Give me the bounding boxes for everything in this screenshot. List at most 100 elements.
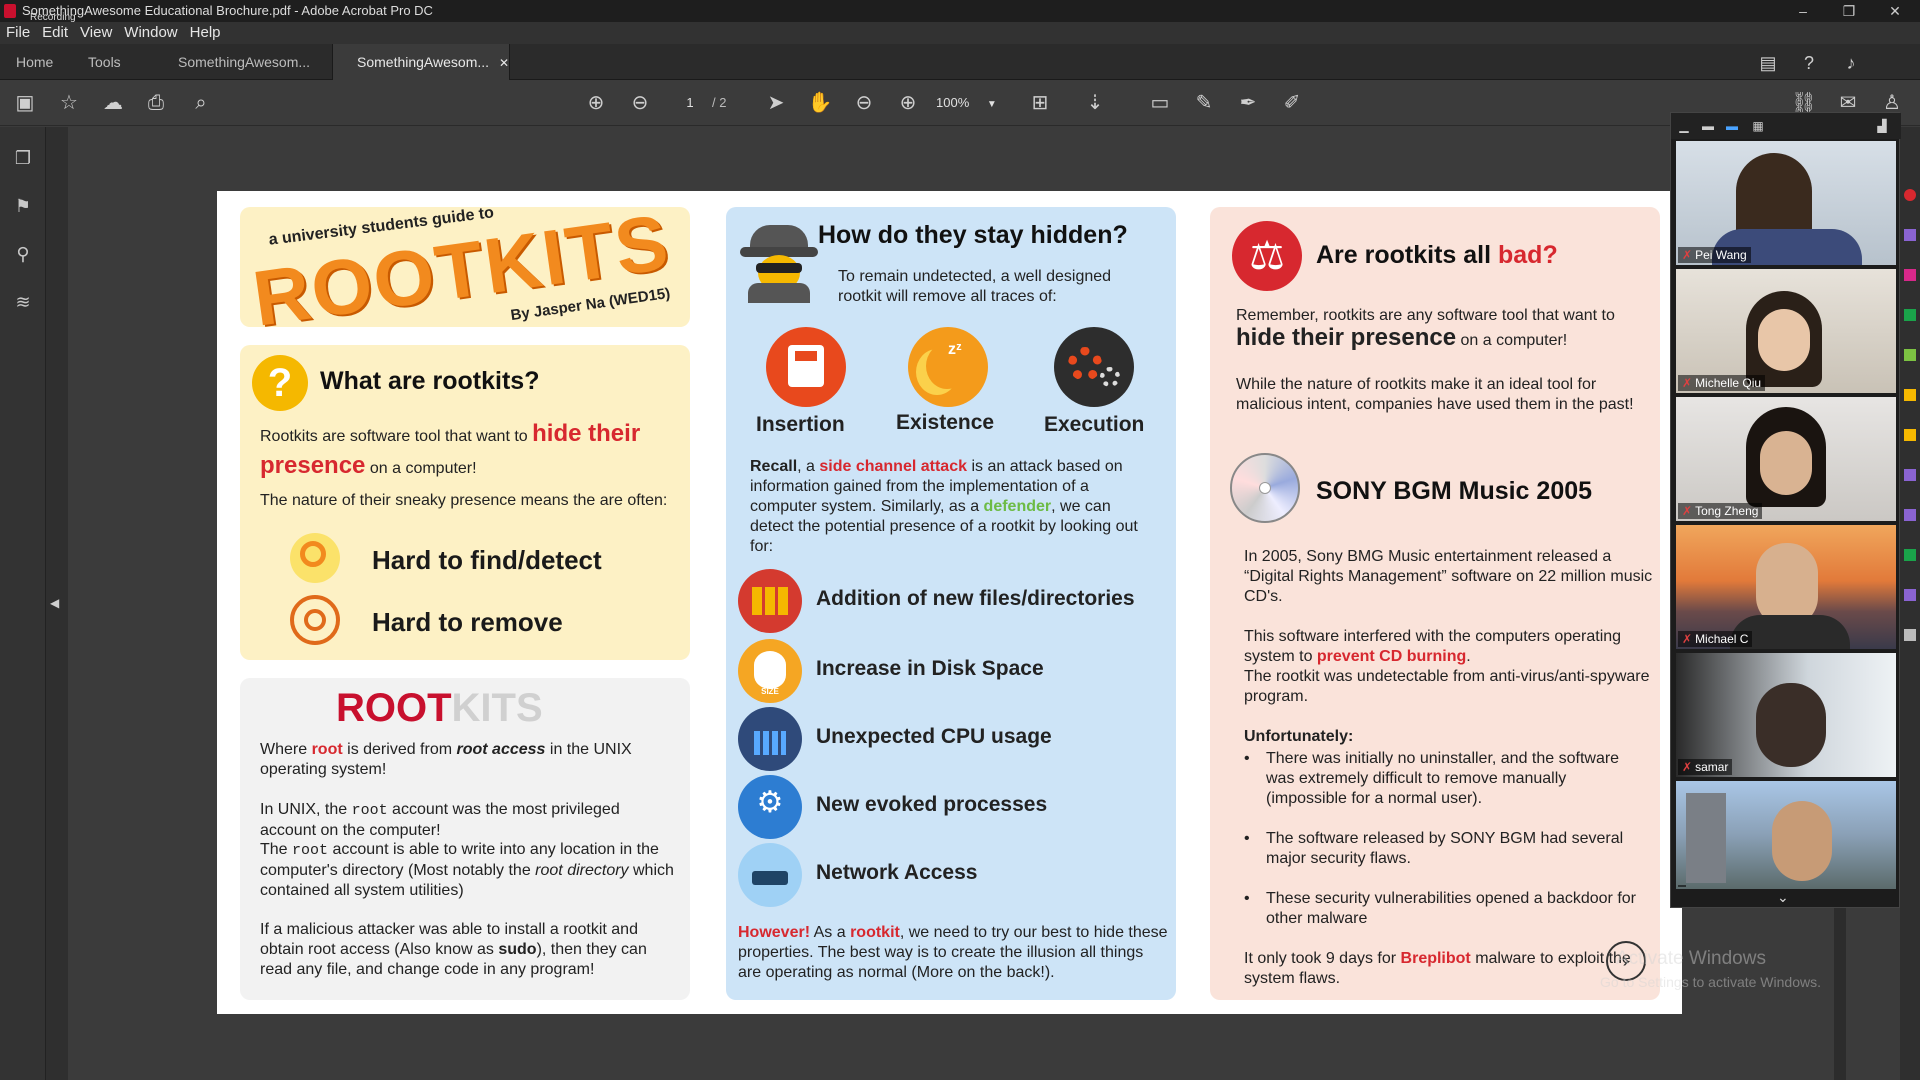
folders-icon (738, 569, 802, 633)
menu-view[interactable]: View (74, 22, 118, 43)
menu-edit[interactable]: Edit (36, 22, 74, 43)
print-icon[interactable]: ⎙ (143, 90, 169, 116)
minimize-button[interactable]: – (1780, 0, 1826, 22)
what-paragraph-2: The nature of their sneaky presence mean… (260, 492, 668, 509)
menu-bar: File Edit View Window Help (0, 22, 1920, 44)
root-paragraph-2: In UNIX, the root account was the most p… (260, 801, 620, 839)
hidden-intro: To remain undetected, a well designed ro… (838, 268, 1112, 305)
minimize-gallery-icon[interactable]: ▁ (1677, 119, 1691, 133)
fill-sign-icon[interactable] (1904, 469, 1916, 481)
compress-icon[interactable] (1904, 549, 1916, 561)
window-title: SomethingAwesome Educational Brochure.pd… (22, 3, 433, 18)
expand-panel-icon[interactable]: ◀ (50, 596, 59, 610)
rootkits-bad-section: ⚖ Are rootkits all bad? Remember, rootki… (1210, 207, 1660, 1000)
gallery-view-icon[interactable]: ▦ (1751, 119, 1765, 133)
page-number-input[interactable]: 1 (670, 92, 710, 114)
exit-fullscreen-icon[interactable]: ▟ (1875, 119, 1889, 133)
tab-document-2[interactable]: SomethingAwesom... ✕ (332, 44, 510, 80)
bullet-1: There was initially no uninstaller, and … (1266, 750, 1620, 807)
organize-icon[interactable] (1904, 349, 1916, 361)
speaker-view-icon[interactable]: ▬ (1701, 119, 1715, 133)
target-icon (290, 595, 340, 645)
menu-window[interactable]: Window (118, 22, 183, 43)
cd-icon (1230, 453, 1300, 523)
help-icon[interactable]: ? (1798, 52, 1820, 74)
next-page-icon[interactable]: ⊖ (627, 90, 653, 116)
bullet-1-dot: • (1244, 750, 1250, 767)
more-tools-icon[interactable] (1904, 589, 1916, 601)
participant-name: ✗ Michael C (1678, 631, 1753, 647)
stay-hidden-section: How do they stay hidden? To remain undet… (726, 207, 1176, 1000)
menu-help[interactable]: Help (184, 22, 227, 43)
prev-page-icon[interactable]: ⊕ (583, 90, 609, 116)
tab-document-1[interactable]: SomethingAwesom... (178, 44, 310, 80)
fit-page-icon[interactable]: ⊞ (1027, 90, 1053, 116)
redact-icon[interactable] (1904, 429, 1916, 441)
strip-view-icon[interactable]: ▬ (1725, 119, 1739, 133)
close-window-button[interactable]: ✕ (1872, 0, 1918, 22)
sony-title: SONY BGM Music 2005 (1316, 477, 1593, 505)
indicator-network: Network Access (816, 861, 978, 884)
maximize-button[interactable]: ❐ (1826, 0, 1872, 22)
breplibot-paragraph: It only took 9 days for Breplibot malwar… (1244, 950, 1631, 987)
root-paragraph-4: If a malicious attacker was able to inst… (260, 921, 647, 978)
participant-tile[interactable]: ✗ Tong Zheng (1676, 397, 1896, 521)
stamp-icon[interactable]: ✐ (1279, 90, 1305, 116)
create-pdf-icon[interactable] (1904, 229, 1916, 241)
gallery-controls: ▁ ▬ ▬ ▦ ▟ (1671, 113, 1901, 139)
hidden-title: How do they stay hidden? (818, 221, 1128, 249)
comment-tool-icon[interactable]: ▭ (1147, 90, 1173, 116)
participant-tile[interactable]: ✗ Michael C (1676, 525, 1896, 649)
bullet-3-dot: • (1244, 890, 1250, 907)
menu-file[interactable]: File (0, 22, 36, 43)
participant-tile[interactable] (1676, 781, 1896, 889)
search-icon[interactable]: ⌕ (188, 90, 214, 116)
question-icon: ? (252, 355, 308, 411)
star-icon[interactable]: ☆ (56, 90, 82, 116)
sony-paragraph-1: In 2005, Sony BMG Music entertainment re… (1244, 548, 1653, 605)
bell-icon[interactable]: ♪ (1840, 52, 1862, 74)
bookmark-icon[interactable]: ⚑ (10, 193, 36, 219)
zoom-in-icon[interactable]: ⊕ (895, 90, 921, 116)
tab-tools[interactable]: Tools (88, 44, 121, 80)
combine-icon[interactable] (1904, 309, 1916, 321)
floppy-disk-icon (766, 327, 846, 407)
layers-icon[interactable]: ≋ (10, 289, 36, 315)
magnifier-icon (290, 533, 340, 583)
participant-tile[interactable]: ✗ samar (1676, 653, 1896, 777)
export-pdf-icon[interactable] (1904, 189, 1916, 201)
save-icon[interactable]: ▣ (12, 90, 38, 116)
hand-tool-icon[interactable]: ✋ (807, 90, 833, 116)
edit-pdf-icon[interactable] (1904, 269, 1916, 281)
settings-icon[interactable] (1904, 629, 1916, 641)
indicator-processes: New evoked processes (816, 793, 1048, 816)
upload-icon[interactable]: ☁ (100, 90, 126, 116)
sony-paragraph-2: This software interfered with the comput… (1244, 628, 1622, 665)
participant-tile[interactable]: ✗ Pei Wang (1676, 141, 1896, 265)
close-tab-icon[interactable]: ✕ (499, 56, 509, 70)
activate-windows-subtitle: Go to Settings to activate Windows. (1600, 974, 1821, 990)
execution-label: Execution (1044, 413, 1145, 436)
bullet-3: These security vulnerabilities opened a … (1266, 890, 1636, 927)
vertical-scrollbar[interactable] (1834, 907, 1846, 1080)
zoom-select[interactable]: 100% ▼ (936, 92, 1006, 114)
scroll-mode-icon[interactable]: ⇣ (1082, 90, 1108, 116)
what-title: What are rootkits? (320, 367, 540, 395)
page-thumbnails-icon[interactable]: ❐ (10, 145, 36, 171)
chevron-down-icon[interactable]: ⌄ (1777, 889, 1789, 906)
participant-tile[interactable]: ✗ Michelle Qiu (1676, 269, 1896, 393)
comment-icon[interactable]: ▤ (1757, 52, 1779, 74)
zoom-out-icon[interactable]: ⊖ (851, 90, 877, 116)
tab-home[interactable]: Home (16, 44, 53, 80)
bad-paragraph-1: Remember, rootkits are any software tool… (1236, 307, 1615, 351)
protect-icon[interactable] (1904, 389, 1916, 401)
tab-document-2-label: SomethingAwesom... (357, 54, 490, 70)
attachment-icon[interactable]: ⚲ (10, 241, 36, 267)
select-tool-icon[interactable]: ➤ (763, 90, 789, 116)
send-sign-icon[interactable] (1904, 509, 1916, 521)
highlight-icon[interactable]: ✎ (1191, 90, 1217, 116)
root-paragraph-3: The root account is able to write into a… (260, 841, 674, 899)
root-title: ROOTKITS (336, 686, 543, 730)
draw-icon[interactable]: ✒ (1235, 90, 1261, 116)
insertion-label: Insertion (756, 413, 845, 436)
